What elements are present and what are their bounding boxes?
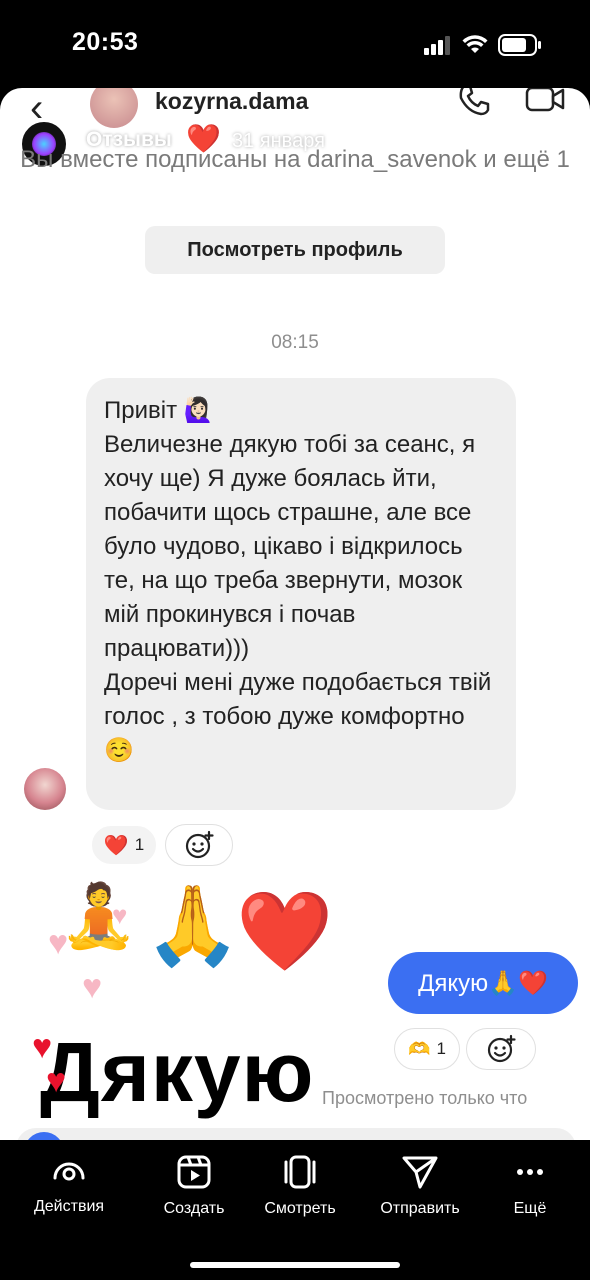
- sender-avatar[interactable]: [24, 768, 66, 810]
- add-reaction-button[interactable]: [165, 824, 233, 866]
- signal-icon: [424, 36, 450, 55]
- floating-heart-icon: ♥: [82, 968, 103, 1006]
- red-heart-sticker: ❤️: [236, 887, 334, 975]
- outgoing-reaction[interactable]: 🫶 1: [394, 1028, 460, 1070]
- heart-reaction-icon: ❤️: [103, 834, 129, 857]
- caption-heart-icon: ♥: [46, 1062, 67, 1100]
- activity-icon: [53, 1162, 85, 1181]
- video-call-icon[interactable]: [525, 88, 565, 114]
- nav-label: Ещё: [513, 1200, 547, 1217]
- reaction-count: 1: [134, 835, 145, 854]
- nav-label: Создать: [163, 1200, 225, 1217]
- add-emoji-icon: [185, 830, 214, 859]
- message-reaction[interactable]: ❤️ 1: [90, 824, 158, 866]
- bottom-nav: Действия Создать Смотреть Отправить Ещё: [0, 1140, 590, 1280]
- phone-icon[interactable]: [456, 88, 492, 118]
- nav-item-create[interactable]: Создать: [139, 1154, 249, 1218]
- praying-hands-sticker: 🙏: [144, 881, 242, 969]
- nav-label: Действия: [33, 1198, 105, 1215]
- yoga-sticker: 🧘: [60, 882, 138, 951]
- story-caption: Дякую: [40, 1025, 315, 1119]
- add-emoji-icon: [487, 1034, 516, 1063]
- message-timestamp: 08:15: [271, 332, 319, 353]
- add-reaction-button[interactable]: [466, 1028, 536, 1070]
- mutual-followers-text: Вы вместе подписаны на darina_savenok и …: [20, 146, 570, 173]
- story-card: ‹ kozyrna.dama Отзывы ❤️ 31 января Вы вм…: [0, 88, 590, 1140]
- view-profile-button[interactable]: Посмотреть профиль: [145, 226, 445, 274]
- nav-label: Смотреть: [264, 1200, 336, 1217]
- message-input-bar[interactable]: [16, 1128, 576, 1140]
- status-bar: 20:53: [0, 0, 590, 88]
- status-icons: [424, 34, 542, 56]
- send-icon: [402, 1156, 438, 1189]
- message-line: Доречі мені дуже подобається твій голос …: [104, 669, 492, 764]
- nav-item-actions[interactable]: Действия: [14, 1154, 124, 1216]
- nav-item-more[interactable]: Ещё: [475, 1154, 585, 1218]
- message-line: Привіт 🙋🏻‍♀️: [104, 397, 214, 424]
- nav-item-view[interactable]: Смотреть: [245, 1154, 355, 1218]
- outgoing-message[interactable]: Дякую🙏❤️: [388, 952, 578, 1014]
- wifi-icon: [462, 35, 488, 53]
- incoming-message[interactable]: Привіт 🙋🏻‍♀️ Величезне дякую тобі за сеа…: [86, 378, 516, 810]
- nav-item-send[interactable]: Отправить: [365, 1154, 475, 1218]
- nav-label: Отправить: [380, 1200, 460, 1217]
- heart-hands-reaction-icon: 🫶: [408, 1038, 431, 1059]
- message-line: Величезне дякую тобі за сеанс, я хочу ще…: [104, 431, 476, 662]
- more-icon: [517, 1169, 543, 1175]
- status-time: 20:53: [72, 28, 139, 56]
- view-icon: [284, 1155, 316, 1189]
- home-indicator[interactable]: [190, 1262, 400, 1268]
- reaction-count: 1: [436, 1039, 446, 1058]
- chat-username[interactable]: kozyrna.dama: [155, 88, 308, 115]
- seen-status: Просмотрено только что: [322, 1088, 528, 1108]
- create-icon: [177, 1155, 211, 1189]
- battery-icon: [498, 34, 541, 56]
